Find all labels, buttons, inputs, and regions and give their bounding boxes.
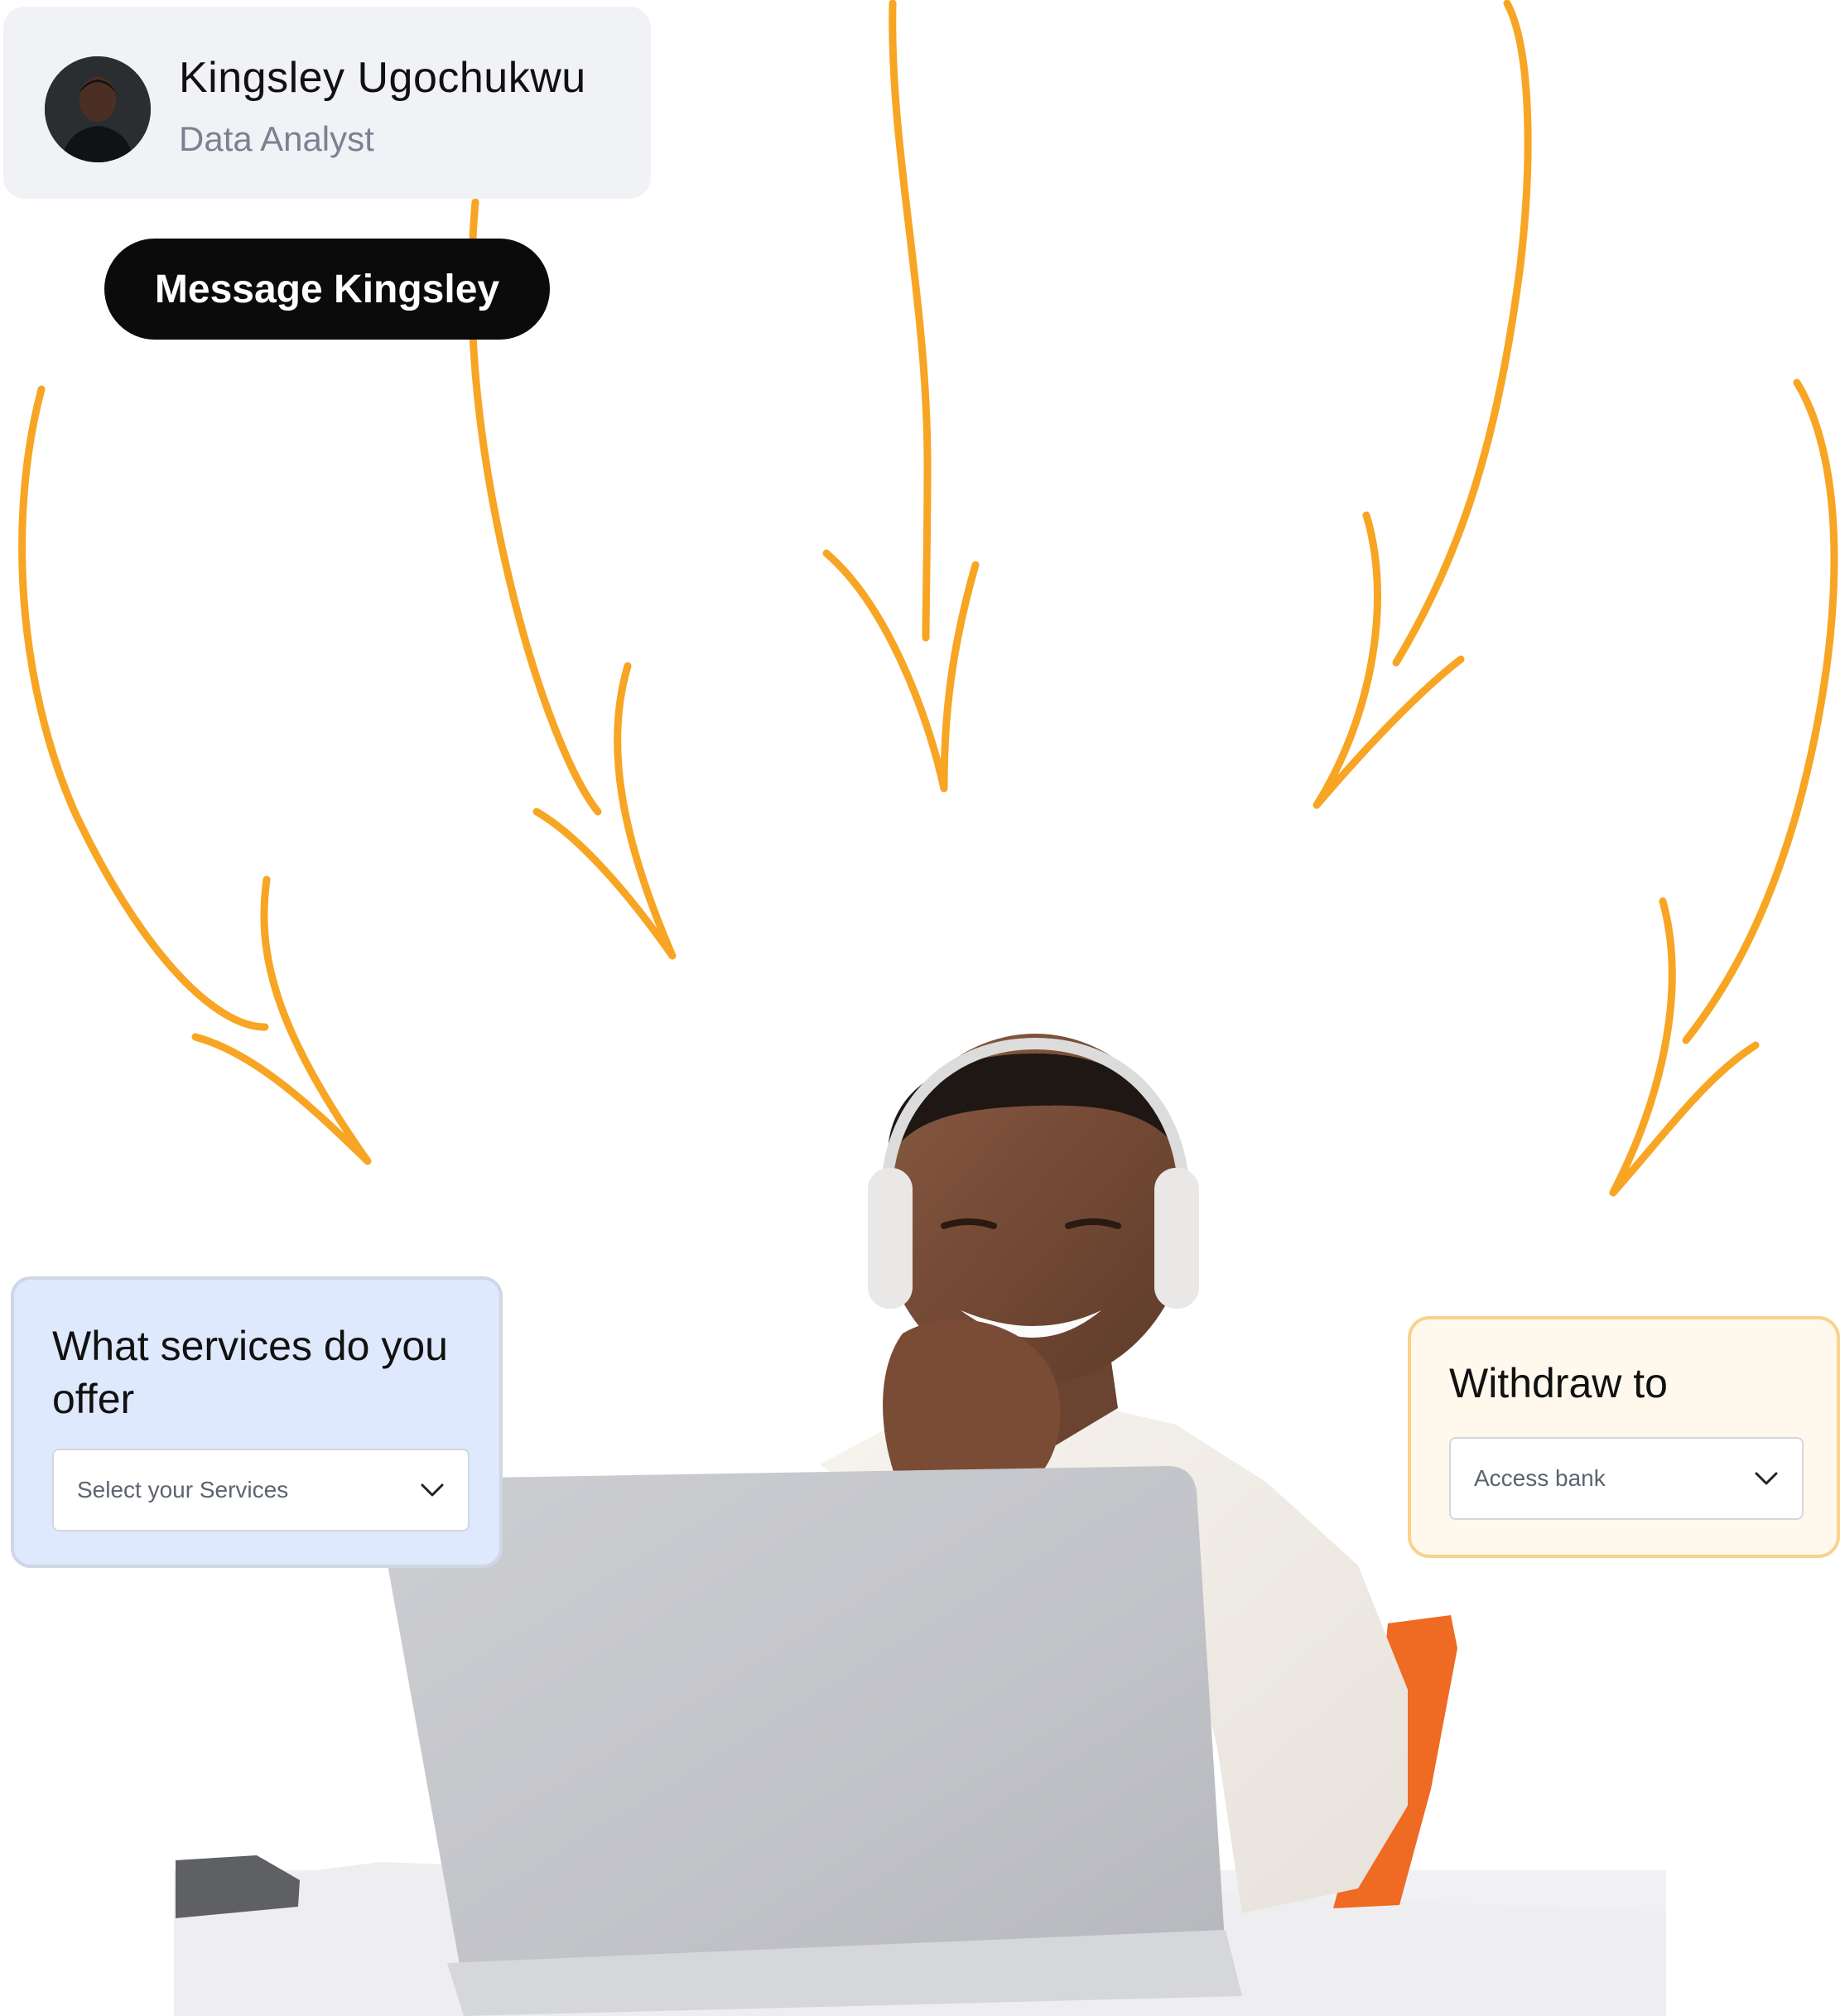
message-kingsley-button[interactable]: Message Kingsley [104,239,550,340]
arrow-4 [1313,0,1532,809]
chevron-down-icon [1755,1472,1778,1485]
profile-name: Kingsley Ugochukwu [179,54,586,102]
services-card: What services do you offer Select your S… [11,1276,503,1568]
avatar-portrait-icon [45,56,151,162]
arrow-5 [1609,379,1838,1197]
withdraw-title: Withdraw to [1449,1360,1668,1406]
marketing-hero: Kingsley Ugochukwu Data Analyst Message … [0,0,1840,2016]
services-select-value: Select your Services [77,1477,289,1502]
profile-role: Data Analyst [179,119,374,158]
user-avatar [45,56,151,162]
chevron-down-icon [421,1483,444,1497]
services-select[interactable]: Select your Services [52,1449,470,1531]
withdraw-select-value: Access bank [1474,1465,1606,1491]
profile-card: Kingsley Ugochukwu Data Analyst [3,7,651,199]
withdraw-card: Withdraw to Access bank [1408,1316,1840,1558]
arrow-3 [822,0,980,793]
withdraw-bank-select[interactable]: Access bank [1449,1437,1804,1520]
services-question: What services do you offer [52,1323,448,1422]
arrow-1 [18,385,372,1165]
